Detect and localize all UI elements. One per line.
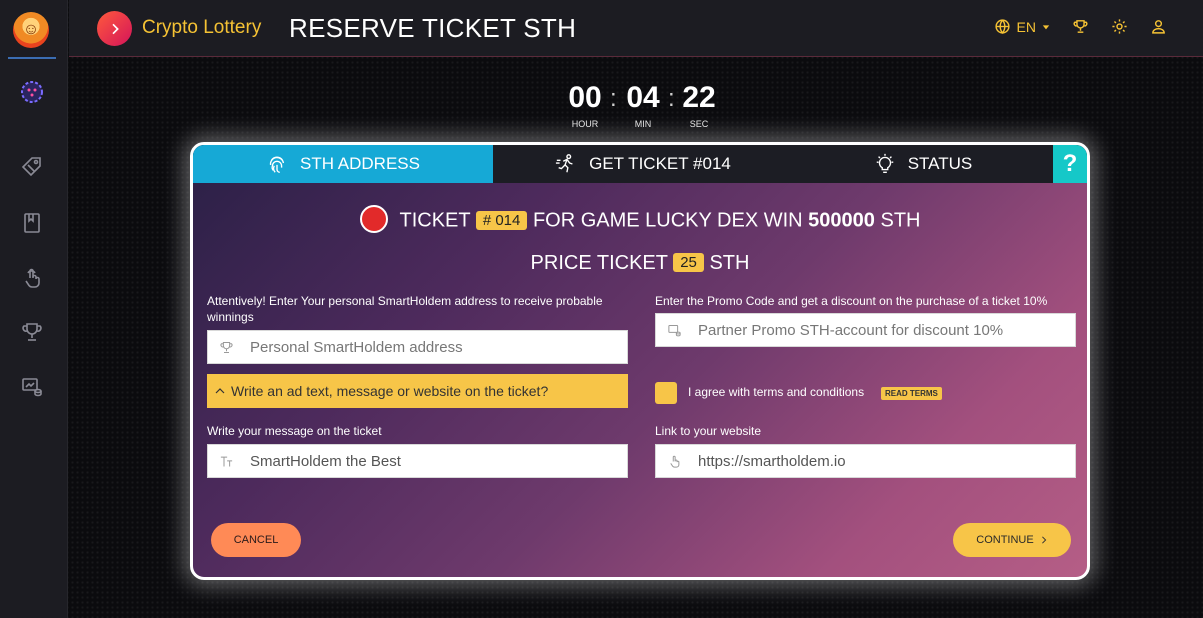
- timer-colon: :: [668, 85, 675, 112]
- sidebar-item-lottery[interactable]: [18, 78, 46, 106]
- promo-label: Enter the Promo Code and get a discount …: [655, 294, 1048, 308]
- page-title: RESERVE TICKET STH: [289, 13, 577, 43]
- trophy-icon[interactable]: [1072, 18, 1089, 35]
- agree-label: I agree with terms and conditions: [688, 385, 865, 399]
- ticket-headline: TICKET # 014 FOR GAME LUCKY DEX WIN 5000…: [193, 205, 1087, 235]
- step-tabs: STH ADDRESS GET TICKET #014 STATUS ?: [193, 145, 1087, 183]
- text-icon: [218, 453, 234, 469]
- continue-label: CONTINUE: [976, 534, 1034, 546]
- timer-colon: :: [610, 85, 617, 112]
- read-terms-link[interactable]: READ TERMS: [881, 387, 942, 400]
- ticket-price: PRICE TICKET 25 STH: [193, 252, 1087, 275]
- screen-coins-icon: [666, 322, 682, 338]
- sth-coin-icon: [359, 205, 388, 233]
- sidebar-item-book[interactable]: [18, 209, 46, 237]
- globe-icon: [994, 19, 1010, 34]
- sidebar-item-wallet[interactable]: [18, 373, 46, 401]
- brand-logo[interactable]: [97, 11, 132, 46]
- website-label: Link to your website: [655, 424, 762, 438]
- timer-minutes: 04 MIN: [621, 80, 665, 129]
- language-label: EN: [1016, 18, 1036, 35]
- website-input[interactable]: https://smartholdem.io: [655, 444, 1076, 478]
- ticket-prefix: TICKET: [399, 209, 471, 232]
- price-badge: 25: [673, 253, 704, 273]
- screen-coins-icon: [22, 378, 42, 397]
- chevron-right-icon: [111, 23, 119, 34]
- tab-label: GET TICKET #014: [589, 154, 731, 173]
- app-logo[interactable]: ☺: [13, 12, 49, 48]
- timer-seconds: 22 SEC: [677, 80, 721, 129]
- sidebar-item-tickets[interactable]: [18, 153, 46, 181]
- brand-name[interactable]: Crypto Lottery: [142, 17, 261, 39]
- address-placeholder: Personal SmartHoldem address: [250, 338, 463, 356]
- trophy-icon: [218, 339, 234, 355]
- timer-hours: 00 HOUR: [563, 80, 607, 129]
- sidebar-divider: [8, 57, 56, 59]
- top-header: Crypto Lottery RESERVE TICKET STH EN: [69, 0, 1203, 57]
- caret-down-icon: [1042, 24, 1050, 29]
- chevron-up-icon: [215, 388, 225, 394]
- sidebar: ☺: [0, 0, 68, 618]
- tab-sth-address[interactable]: STH ADDRESS: [193, 145, 493, 183]
- gear-icon[interactable]: [1111, 18, 1128, 35]
- countdown-timer: 00 HOUR : 04 MIN : 22 SEC: [563, 80, 723, 135]
- promo-input[interactable]: Partner Promo STH-account for discount 1…: [655, 313, 1076, 347]
- lottery-wheel-icon: [21, 81, 43, 103]
- terms-checkbox[interactable]: [655, 382, 677, 404]
- reserve-ticket-card: STH ADDRESS GET TICKET #014 STATUS ? TIC…: [190, 142, 1090, 580]
- trophy-icon: [22, 323, 42, 341]
- price-currency: STH: [709, 252, 750, 274]
- sidebar-item-touch[interactable]: [18, 264, 46, 292]
- ad-toggle-label: Write an ad text, message or website on …: [231, 383, 549, 399]
- ticket-currency: STH: [880, 209, 921, 232]
- timer-seconds-value: 22: [682, 81, 716, 114]
- promo-placeholder: Partner Promo STH-account for discount 1…: [698, 321, 1004, 339]
- tab-get-ticket[interactable]: GET TICKET #014: [493, 145, 793, 183]
- fingerprint-icon: [269, 156, 285, 173]
- tab-label: STATUS: [907, 154, 973, 173]
- address-input[interactable]: Personal SmartHoldem address: [207, 330, 628, 364]
- timer-minutes-label: MIN: [634, 119, 652, 129]
- timer-seconds-label: SEC: [689, 119, 709, 129]
- chevron-right-icon: [1041, 536, 1046, 544]
- timer-hours-label: HOUR: [571, 119, 599, 129]
- message-input[interactable]: SmartHoldem the Best: [207, 444, 628, 478]
- tab-label: STH ADDRESS: [300, 154, 420, 173]
- help-button[interactable]: ?: [1053, 145, 1087, 183]
- touch-icon: [666, 453, 682, 469]
- cancel-button[interactable]: CANCEL: [211, 523, 301, 557]
- message-label: Write your message on the ticket: [207, 424, 382, 438]
- lightbulb-icon: [876, 153, 893, 173]
- timer-hours-value: 00: [568, 81, 602, 114]
- sidebar-item-trophy[interactable]: [18, 318, 46, 346]
- user-icon[interactable]: [1150, 18, 1167, 35]
- ad-text-toggle[interactable]: Write an ad text, message or website on …: [207, 374, 628, 408]
- message-value: SmartHoldem the Best: [250, 452, 401, 470]
- ticket-game-text: FOR GAME LUCKY DEX WIN: [532, 209, 803, 232]
- book-icon: [24, 213, 40, 233]
- timer-minutes-value: 04: [626, 81, 660, 114]
- address-label: Attentively! Enter Your personal SmartHo…: [207, 294, 603, 324]
- ticket-number-badge: # 014: [475, 210, 528, 230]
- runner-icon: [556, 154, 573, 173]
- continue-button[interactable]: CONTINUE: [953, 523, 1071, 557]
- language-selector[interactable]: EN: [994, 18, 1050, 35]
- website-value: https://smartholdem.io: [698, 452, 846, 470]
- ticket-win-amount: 500000: [808, 209, 875, 232]
- tab-status[interactable]: STATUS: [793, 145, 1053, 183]
- price-label: PRICE TICKET: [530, 252, 668, 274]
- tag-icon: [21, 157, 41, 177]
- header-actions: EN: [994, 18, 1167, 35]
- touch-icon: [25, 268, 40, 288]
